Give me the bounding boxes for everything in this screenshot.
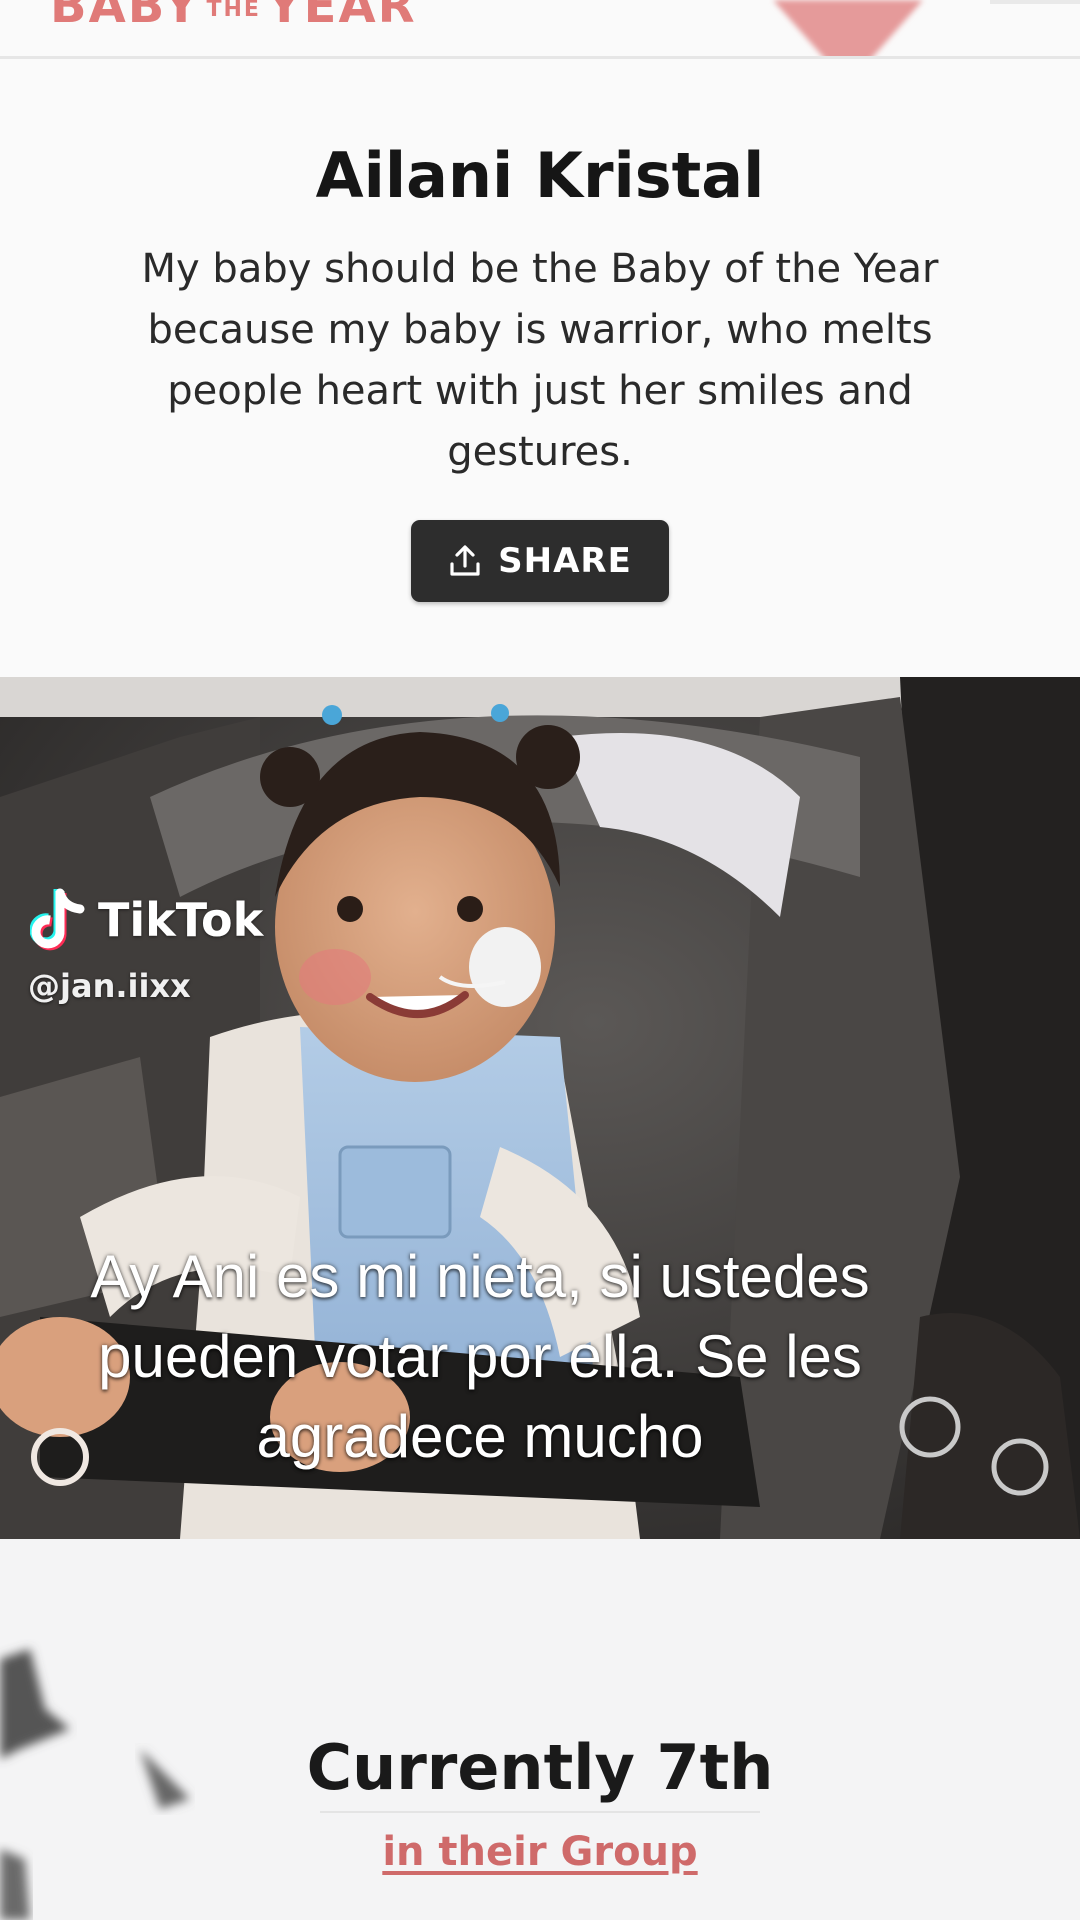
- share-label: SHARE: [498, 541, 632, 581]
- brand-word-year: YEAR: [266, 0, 417, 34]
- site-header: BABY THE YEAR: [0, 0, 1080, 59]
- page: BABY THE YEAR Ailani Kristal My baby shoul…: [0, 0, 1080, 1920]
- brand-word-the: THE: [206, 0, 261, 22]
- caption-line: agradece mucho: [256, 1403, 704, 1470]
- caption-line: Ay Ani es mi nieta, si ustedes: [90, 1243, 870, 1310]
- baby-name: Ailani Kristal: [315, 139, 765, 212]
- video-frame[interactable]: TikTok @jan.iixx Ay Ani es mi nieta, si …: [0, 677, 1080, 1539]
- tiktok-note-icon: [30, 888, 85, 951]
- group-link[interactable]: in their Group: [0, 1829, 1080, 1875]
- brand-word-baby: BABY: [50, 0, 201, 34]
- profile-card: Ailani Kristal My baby should be the Bab…: [0, 59, 1080, 677]
- rank-divider: [320, 1811, 760, 1813]
- tiktok-handle: @jan.iixx: [28, 967, 191, 1005]
- header-divider: [990, 0, 1080, 4]
- share-upload-icon: [450, 545, 480, 576]
- rank-title: Currently 7th: [306, 1731, 774, 1804]
- caption-line: pueden votar por ella. Se les: [98, 1323, 862, 1390]
- ranking-section: Currently 7th in their Group: [0, 1539, 1080, 1920]
- tiktok-wordmark: TikTok: [98, 893, 264, 947]
- entry-description: My baby should be the Baby of the Year b…: [141, 246, 939, 475]
- brand-logo[interactable]: BABY THE YEAR: [50, 0, 417, 34]
- share-button[interactable]: SHARE: [411, 520, 669, 602]
- heart-icon: [773, 0, 923, 56]
- video-caption: Ay Ani es mi nieta, si ustedes pueden vo…: [20, 1237, 940, 1477]
- tiktok-watermark: TikTok: [30, 887, 263, 953]
